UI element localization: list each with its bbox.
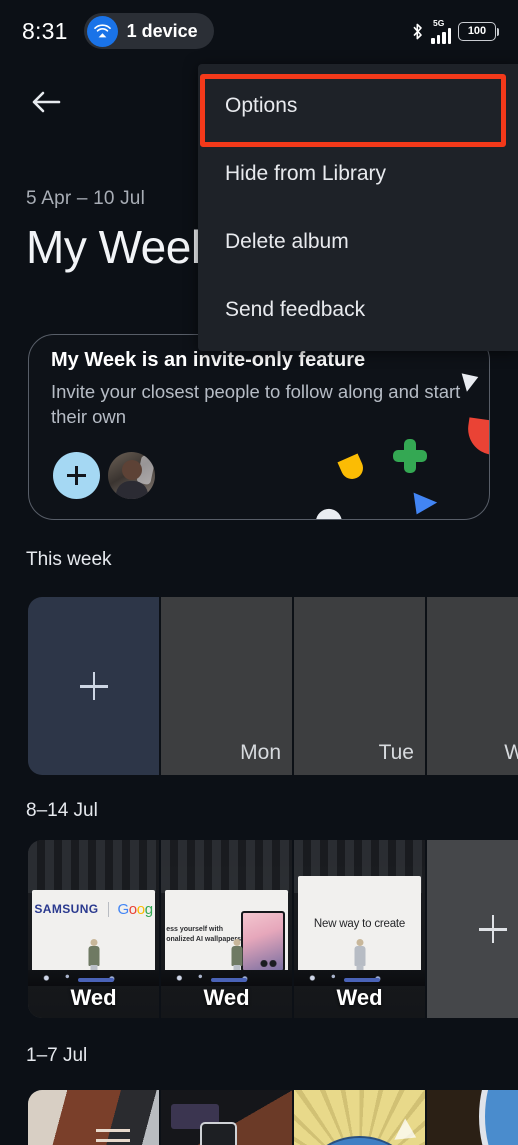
samsung-logo-text: SAMSUNG <box>34 902 99 917</box>
slide-headline: New way to create <box>313 918 406 931</box>
photo-tile[interactable] <box>427 1090 518 1145</box>
tile-day-label: Mon <box>240 741 281 764</box>
status-clock: 8:31 <box>22 17 68 44</box>
tile-day-label: Wed <box>336 985 383 1010</box>
add-person-button[interactable] <box>53 452 100 499</box>
hotspot-icon <box>86 15 118 47</box>
section-header-1-7-jul: 1–7 Jul <box>26 1045 88 1066</box>
invite-people-row <box>53 452 155 499</box>
add-memory-tile[interactable] <box>427 840 518 1018</box>
hotspot-label: 1 device <box>126 20 198 41</box>
photo-tile[interactable] <box>28 1090 159 1145</box>
hotspot-chip[interactable]: 1 device <box>83 13 214 49</box>
photo-tile[interactable]: SAMSUNG Goog Wed <box>28 840 159 1018</box>
photo-tile[interactable]: New way to create Wed <box>294 840 425 1018</box>
photos-my-week-screen: 8:31 1 device 5G 100 5 Apr – 10 Jul My W… <box>0 0 518 1145</box>
day-tile[interactable]: Wed <box>427 597 518 775</box>
tile-day-label: Wed <box>504 741 518 764</box>
bluetooth-icon <box>413 23 422 39</box>
samsung-google-logos: SAMSUNG Goog <box>28 901 159 918</box>
photo-tile[interactable] <box>294 1090 425 1145</box>
confetti-yellow-half-circle-icon <box>337 453 367 483</box>
confetti-green-cross-icon <box>393 439 427 473</box>
tile-day-label: Wed <box>203 985 250 1010</box>
photo-tile[interactable]: ess yourself with onalized AI wallpapers… <box>161 840 292 1018</box>
album-date-range: 5 Apr – 10 Jul <box>26 188 145 209</box>
day-tile[interactable]: Mon <box>161 597 292 775</box>
invite-card-subtitle: Invite your closest people to follow alo… <box>51 381 461 427</box>
photo-tile[interactable] <box>161 1090 292 1145</box>
section-header-this-week: This week <box>26 549 112 570</box>
back-arrow-icon[interactable] <box>26 82 66 122</box>
page-title: My Week <box>26 221 214 273</box>
tile-row-8-14-jul: SAMSUNG Goog Wed ess yourself with onali… <box>28 840 518 1018</box>
tile-row-1-7-jul <box>28 1090 518 1145</box>
menu-item-options[interactable]: Options <box>198 72 518 140</box>
tile-day-label: Tue <box>378 741 414 764</box>
menu-item-delete-album[interactable]: Delete album <box>198 208 518 276</box>
add-memory-tile[interactable] <box>28 597 159 775</box>
plus-icon <box>79 672 108 700</box>
battery-indicator: 100 <box>458 21 499 41</box>
avatar[interactable] <box>108 452 155 499</box>
invite-card[interactable]: My Week is an invite-only feature Invite… <box>28 334 490 520</box>
tile-day-label: Wed <box>70 985 117 1010</box>
status-bar: 8:31 1 device 5G 100 <box>0 0 518 62</box>
network-type-label: 5G <box>433 17 445 28</box>
confetti-red-shape-icon <box>464 417 489 455</box>
day-tile[interactable]: Tue <box>294 597 425 775</box>
overflow-menu: Options Hide from Library Delete album S… <box>198 64 518 351</box>
invite-card-title: My Week is an invite-only feature <box>51 349 366 371</box>
google-logo-text: Goog <box>117 900 154 918</box>
menu-item-hide-from-library[interactable]: Hide from Library <box>198 140 518 208</box>
confetti-blue-triangle-icon <box>413 489 439 515</box>
menu-item-send-feedback[interactable]: Send feedback <box>198 276 518 344</box>
section-header-8-14-jul: 8–14 Jul <box>26 800 98 821</box>
network-indicator: 5G <box>431 17 451 44</box>
tile-row-this-week: Mon Tue Wed <box>28 597 518 775</box>
plus-icon <box>478 915 507 943</box>
confetti-white-blob-icon <box>313 506 343 519</box>
battery-level-label: 100 <box>467 25 487 37</box>
signal-bars-icon <box>431 27 451 44</box>
status-icons: 5G 100 <box>411 17 499 44</box>
